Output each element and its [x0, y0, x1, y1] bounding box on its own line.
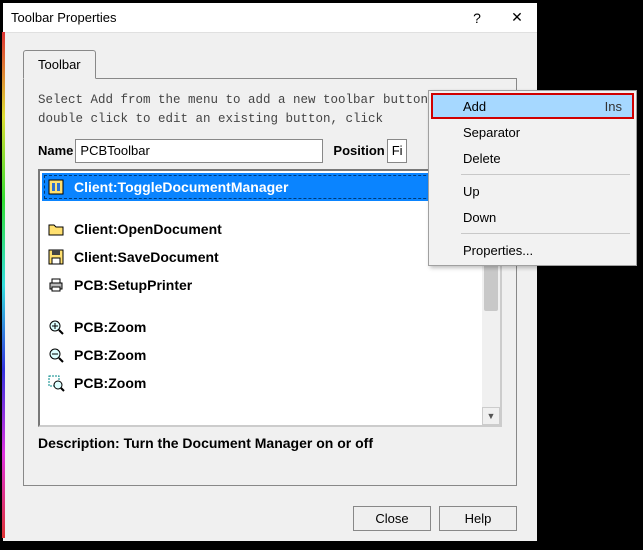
printer-icon [46, 275, 66, 295]
dialog-title: Toolbar Properties [11, 10, 457, 25]
menu-item-label: Up [463, 184, 480, 199]
menu-item-label: Delete [463, 151, 501, 166]
help-button[interactable]: ? [457, 3, 497, 33]
menu-item-label: Properties... [463, 243, 533, 258]
dialog-button-row: Close Help [3, 496, 537, 531]
list-separator [42, 299, 498, 313]
list-item-label: Client:OpenDocument [74, 221, 222, 237]
menu-item-delete[interactable]: Delete [431, 145, 634, 171]
zoom-area-icon [46, 373, 66, 393]
position-label: Position [333, 143, 384, 158]
menu-item-label: Down [463, 210, 496, 225]
close-button[interactable]: Close [353, 506, 431, 531]
position-input[interactable] [387, 139, 407, 163]
list-item-label: Client:SaveDocument [74, 249, 219, 265]
save-disk-icon [46, 247, 66, 267]
tab-strip: Toolbar [23, 50, 517, 79]
menu-shortcut: Ins [605, 99, 622, 114]
open-folder-icon [46, 219, 66, 239]
menu-divider [461, 174, 630, 175]
list-item-label: PCB:Zoom [74, 375, 146, 391]
name-input[interactable] [75, 139, 323, 163]
help-button[interactable]: Help [439, 506, 517, 531]
menu-item-add[interactable]: Add Ins [431, 93, 634, 119]
menu-item-down[interactable]: Down [431, 204, 634, 230]
menu-item-label: Add [463, 99, 486, 114]
close-window-button[interactable]: ✕ [497, 3, 537, 33]
list-item[interactable]: PCB:Zoom [42, 341, 498, 369]
list-item-label: PCB:SetupPrinter [74, 277, 192, 293]
list-item-label: Client:ToggleDocumentManager [74, 179, 288, 195]
list-item-label: PCB:Zoom [74, 347, 146, 363]
zoom-out-icon [46, 345, 66, 365]
toggle-doc-icon [46, 177, 66, 197]
toolbar-properties-dialog: Toolbar Properties ? ✕ Toolbar Select Ad… [2, 2, 538, 542]
tab-toolbar[interactable]: Toolbar [23, 50, 96, 79]
list-item-label: PCB:Zoom [74, 319, 146, 335]
menu-item-separator[interactable]: Separator [431, 119, 634, 145]
menu-divider [461, 233, 630, 234]
description-text: Turn the Document Manager on or off [124, 435, 373, 451]
list-item[interactable]: PCB:Zoom [42, 369, 498, 397]
description-label: Description: [38, 435, 120, 451]
description-line: Description: Turn the Document Manager o… [38, 435, 502, 451]
list-item[interactable]: PCB:Zoom [42, 313, 498, 341]
context-menu: Add Ins Separator Delete Up Down Propert… [428, 90, 637, 266]
titlebar: Toolbar Properties ? ✕ [3, 3, 537, 33]
menu-item-up[interactable]: Up [431, 178, 634, 204]
menu-item-label: Separator [463, 125, 520, 140]
zoom-in-icon [46, 317, 66, 337]
menu-item-properties[interactable]: Properties... [431, 237, 634, 263]
scroll-down-arrow[interactable]: ▼ [482, 407, 500, 425]
list-item[interactable]: PCB:SetupPrinter [42, 271, 498, 299]
name-label: Name [38, 143, 73, 158]
